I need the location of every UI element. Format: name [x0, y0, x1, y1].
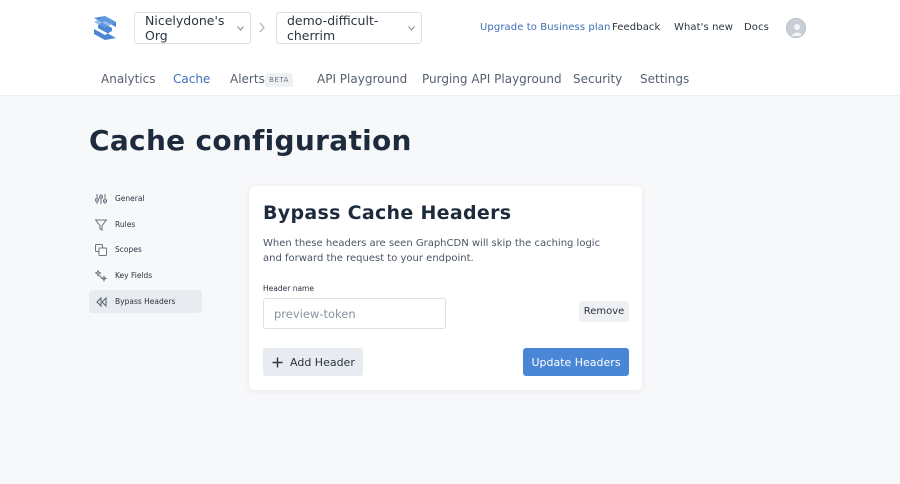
sidebar-item-bypass-headers[interactable]: Bypass Headers: [89, 290, 202, 313]
header-name-input[interactable]: [263, 298, 446, 329]
copy-icon: [95, 243, 107, 256]
whats-new-link[interactable]: What's new: [674, 22, 733, 33]
tab-api-playground[interactable]: API Playground: [317, 72, 407, 86]
docs-link[interactable]: Docs: [744, 22, 769, 33]
user-avatar-icon[interactable]: [786, 18, 806, 38]
upgrade-link[interactable]: Upgrade to Business plan: [480, 22, 610, 33]
header-name-label: Header name: [263, 284, 314, 293]
sidebar-item-label: Key Fields: [115, 271, 153, 280]
tab-analytics[interactable]: Analytics: [101, 72, 156, 86]
chevron-right-icon: [259, 22, 265, 33]
update-headers-button[interactable]: Update Headers: [523, 348, 629, 376]
add-header-label: Add Header: [290, 355, 355, 369]
chevron-down-icon: [408, 26, 415, 31]
feedback-link[interactable]: Feedback: [612, 22, 660, 33]
bypass-headers-icon: [96, 296, 107, 307]
person-icon: [791, 24, 803, 36]
top-header: Nicelydone's Org demo-difficult-cherrim …: [0, 0, 900, 96]
add-header-button[interactable]: Add Header: [263, 348, 363, 376]
sidebar-item-label: General: [115, 194, 145, 203]
sidebar-item-label: Rules: [115, 220, 136, 229]
chevron-down-icon: [237, 26, 244, 31]
sidebar-item-rules[interactable]: Rules: [89, 213, 202, 236]
sidebar-item-general[interactable]: General: [89, 187, 202, 210]
org-name: Nicelydone's Org: [145, 13, 225, 43]
card-title: Bypass Cache Headers: [263, 202, 512, 224]
key-fields-icon: [95, 269, 107, 282]
sidebar-item-scopes[interactable]: Scopes: [89, 238, 202, 261]
remove-button[interactable]: Remove: [579, 301, 629, 322]
bypass-headers-card: Bypass Cache Headers When these headers …: [249, 186, 642, 390]
tab-cache[interactable]: Cache: [173, 72, 210, 86]
tab-settings[interactable]: Settings: [640, 72, 689, 86]
beta-badge: BETA: [265, 73, 293, 87]
plus-icon: [272, 357, 283, 367]
sliders-icon: [95, 193, 107, 204]
project-selector[interactable]: demo-difficult-cherrim: [276, 12, 422, 44]
filter-icon: [95, 219, 107, 231]
graphcdn-logo-icon[interactable]: [92, 15, 118, 41]
tab-security[interactable]: Security: [573, 72, 622, 86]
card-description: When these headers are seen GraphCDN wil…: [263, 238, 601, 264]
page-title: Cache configuration: [89, 124, 412, 157]
sidebar-item-label: Scopes: [115, 245, 142, 254]
sidebar-item-label: Bypass Headers: [115, 297, 176, 306]
project-name: demo-difficult-cherrim: [287, 13, 379, 43]
tab-purging-api-playground[interactable]: Purging API Playground: [422, 72, 562, 86]
org-selector[interactable]: Nicelydone's Org: [134, 12, 251, 44]
tab-alerts[interactable]: Alerts: [230, 72, 265, 86]
sidebar-item-key-fields[interactable]: Key Fields: [89, 264, 202, 287]
